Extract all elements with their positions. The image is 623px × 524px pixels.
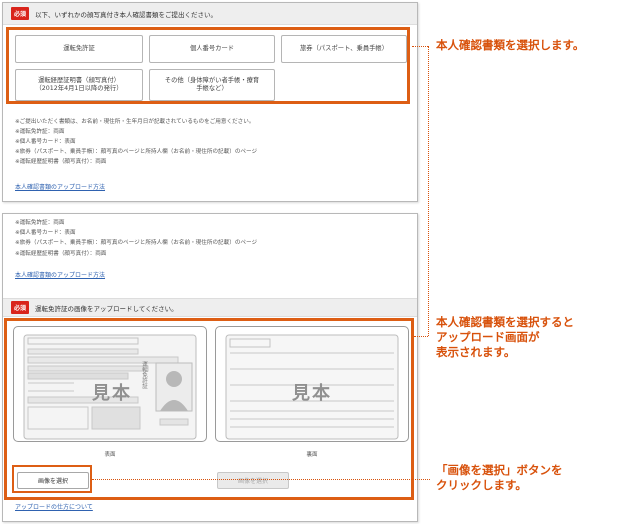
- howto-upload-link[interactable]: アップロードの仕方について: [15, 502, 93, 511]
- annotation-upload-screen: 本人確認書類を選択すると アップロード画面が 表示されます。: [436, 315, 574, 359]
- note-line: ※個人番号カード：表面: [15, 230, 76, 236]
- note-line: ※個人番号カード：表面: [15, 139, 76, 145]
- instruction-text: 以下、いずれかの顔写真付き本人確認書類をご提出ください。: [35, 10, 218, 19]
- upload-method-link[interactable]: 本人確認書類のアップロード方法: [15, 182, 105, 191]
- connector-line: [92, 479, 430, 480]
- note-line: ※ご提出いただく書類は、お名前・現住所・生年月日が記載されているものをご用意くだ…: [15, 119, 255, 125]
- upload-heading: 運転免許証の画像をアップロードしてください。: [35, 304, 178, 313]
- note-line: ※運転免許証：両面: [15, 129, 65, 135]
- note-line: ※運転経歴証明書（顔写真付）：両面: [15, 159, 107, 165]
- note-line: ※運転免許証：両面: [15, 220, 65, 226]
- doc-buttons-highlight: [6, 27, 410, 104]
- required-badge: 必須: [11, 7, 30, 20]
- annotation-select-document: 本人確認書類を選択します。: [436, 38, 585, 52]
- connector-line: [412, 46, 428, 47]
- annotation-click-select: 「画像を選択」ボタンを クリックします。: [436, 463, 563, 492]
- connector-line: [414, 336, 428, 337]
- upload-method-link[interactable]: 本人確認書類のアップロード方法: [15, 270, 105, 279]
- upload-heading-row: 必須 運転免許証の画像をアップロードしてください。: [3, 298, 417, 317]
- connector-line: [428, 46, 429, 336]
- note-line: ※運転経歴証明書（顔写真付）：両面: [15, 251, 107, 257]
- required-badge: 必須: [11, 301, 30, 314]
- select-button-highlight: [12, 465, 92, 493]
- note-line: ※旅券（パスポート、乗員手帳）：顔写真のページと所持人欄（お名前・現住所の記載）…: [15, 240, 258, 246]
- instruction-row: 必須 以下、いずれかの顔写真付き本人確認書類をご提出ください。: [3, 3, 417, 25]
- note-line: ※旅券（パスポート、乗員手帳）：顔写真のページと所持人欄（お名前・現住所の記載）…: [15, 149, 258, 155]
